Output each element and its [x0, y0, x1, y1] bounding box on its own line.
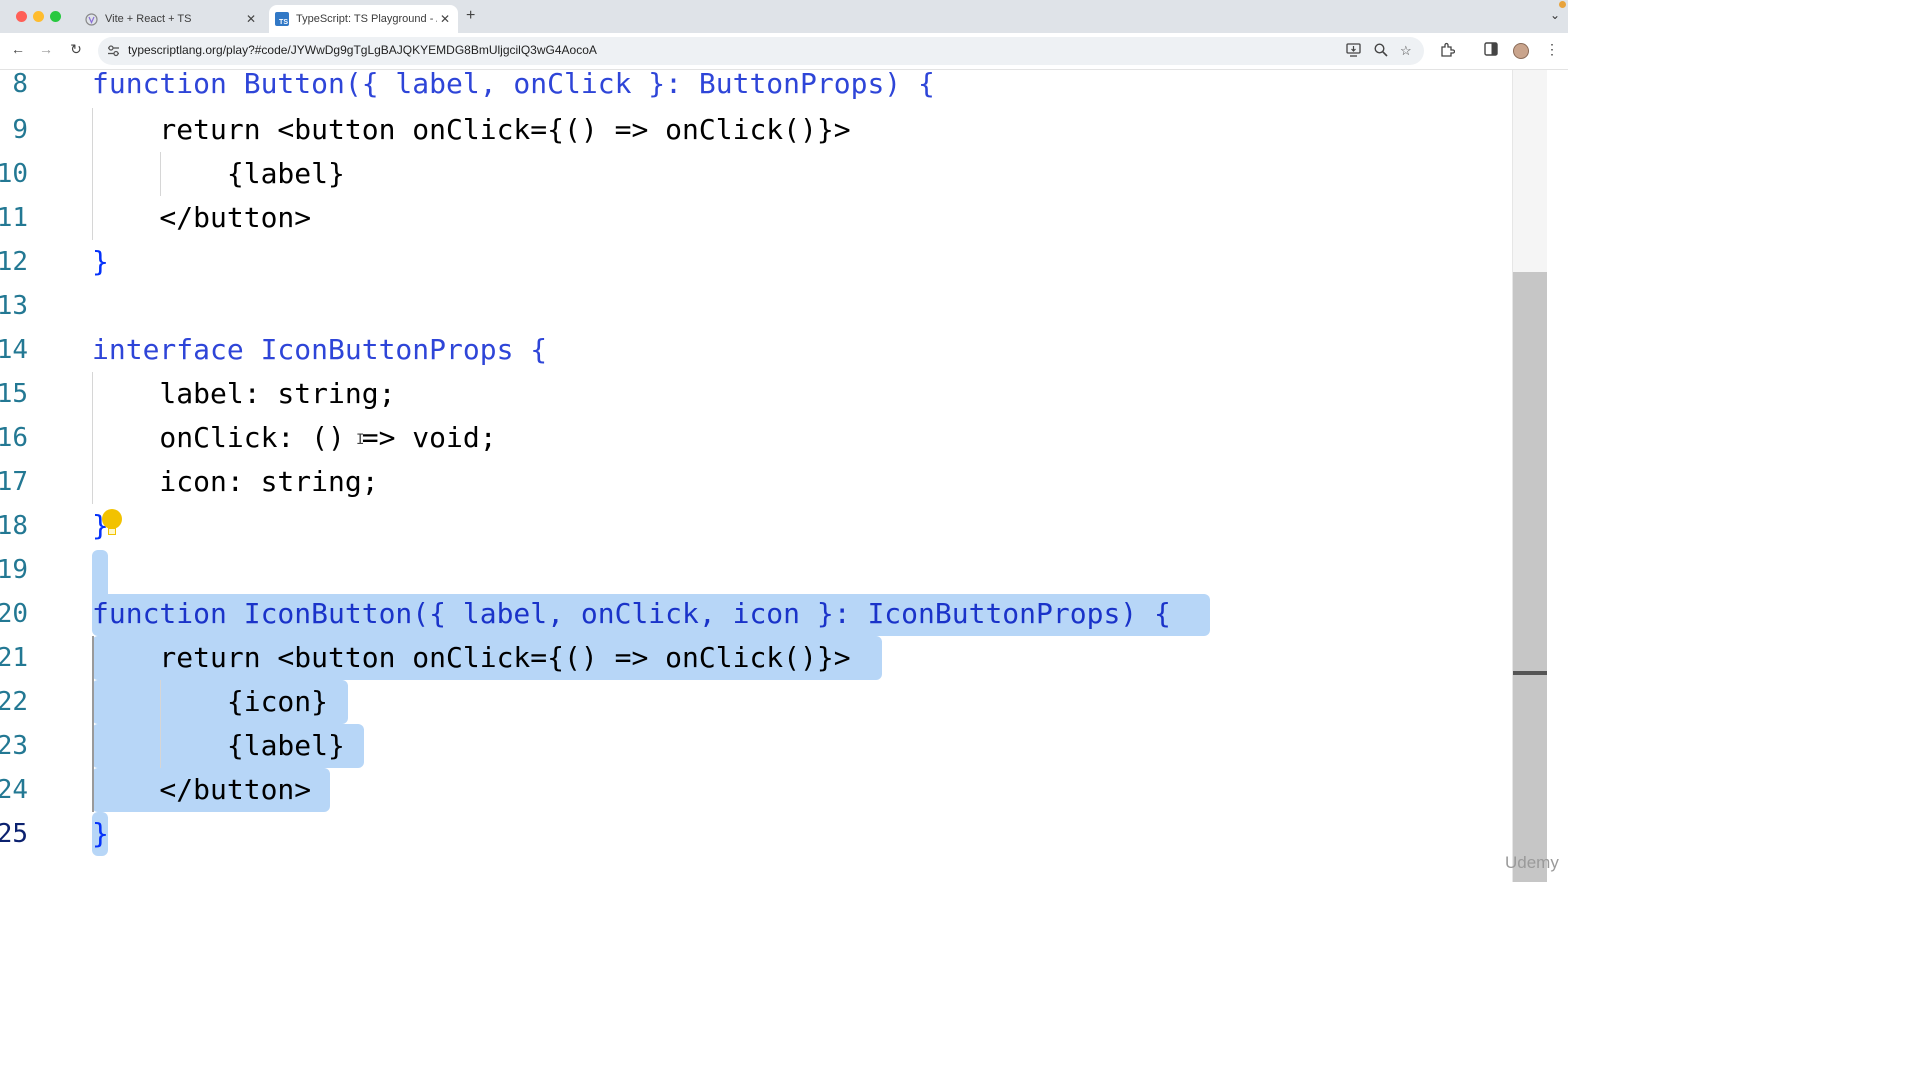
code-text: return <button onClick={() => onClick()}…	[92, 113, 851, 146]
line-number: 13	[0, 291, 28, 321]
new-tab-button[interactable]: +	[466, 7, 475, 25]
code-line: 22 {icon}	[0, 680, 1512, 724]
code-line: 21 return <button onClick={() => onClick…	[0, 636, 1512, 680]
close-window-button[interactable]	[16, 11, 27, 22]
code-line: 18 }	[0, 504, 1512, 548]
code-text: {label}	[92, 729, 345, 762]
code-line: 19	[0, 548, 1512, 592]
line-number: 17	[0, 467, 28, 497]
typescript-favicon-icon: TS	[275, 12, 289, 26]
line-number: 8	[12, 70, 28, 99]
editor-scrollbar[interactable]	[1512, 70, 1547, 882]
code-text: onClick: () => void;	[92, 421, 497, 454]
line-number: 16	[0, 423, 28, 453]
tab-strip: Vite + React + TS ✕ TS TypeScript: TS Pl…	[0, 0, 1568, 33]
scrollbar-thumb[interactable]	[1513, 272, 1547, 882]
site-info-icon[interactable]	[107, 44, 121, 58]
code-line: 13	[0, 284, 1512, 328]
code-line: 15 label: string;	[0, 372, 1512, 416]
line-number: 24	[0, 775, 28, 805]
zoom-icon[interactable]	[1374, 43, 1388, 60]
tab-vite[interactable]: Vite + React + TS ✕	[78, 5, 264, 33]
code-line: 25 }	[0, 812, 1512, 856]
code-text: label: string;	[92, 377, 396, 410]
line-number: 23	[0, 731, 28, 761]
tab-close-icon[interactable]: ✕	[437, 12, 453, 26]
code-line: 14 interface IconButtonProps {	[0, 328, 1512, 372]
tab-search-icon[interactable]: ⌄	[1550, 8, 1560, 22]
code-line: 17 icon: string;	[0, 460, 1512, 504]
line-number: 18	[0, 511, 28, 541]
code-text: </button>	[92, 773, 312, 806]
line-number: 25	[0, 819, 28, 849]
minimize-window-button[interactable]	[33, 11, 44, 22]
vite-favicon-icon	[84, 12, 98, 26]
code-line: 20 function IconButton({ label, onClick,…	[0, 592, 1512, 636]
reload-icon[interactable]: ↻	[66, 41, 86, 58]
code-text: return <button onClick={() => onClick()}…	[92, 641, 851, 674]
install-icon[interactable]	[1346, 43, 1361, 60]
code-line: 24 </button>	[0, 768, 1512, 812]
address-bar[interactable]: typescriptlang.org/play?#code/JYWwDg9gTg…	[98, 37, 1424, 65]
line-number: 21	[0, 643, 28, 673]
line-number: 15	[0, 379, 28, 409]
maximize-window-button[interactable]	[50, 11, 61, 22]
tab-title: TypeScript: TS Playground - /	[296, 13, 437, 25]
line-number: 11	[0, 203, 28, 233]
star-icon[interactable]: ☆	[1400, 43, 1412, 59]
code-text: icon: string;	[92, 465, 379, 498]
lightbulb-icon[interactable]	[100, 508, 124, 540]
line-number: 20	[0, 599, 28, 629]
code-text: }	[92, 245, 109, 278]
code-text: {icon}	[92, 685, 329, 718]
line-number: 12	[0, 247, 28, 277]
line-number: 9	[12, 115, 28, 145]
code-line: 12 }	[0, 240, 1512, 284]
url-text[interactable]: typescriptlang.org/play?#code/JYWwDg9gTg…	[128, 43, 597, 57]
notification-dot-icon	[1559, 1, 1566, 8]
tab-close-icon[interactable]: ✕	[243, 12, 259, 26]
line-number: 19	[0, 555, 28, 585]
code-text: function IconButton({ label, onClick, ic…	[92, 597, 1171, 630]
code-text: </button>	[92, 201, 312, 234]
tab-ts-playground[interactable]: TS TypeScript: TS Playground - / ✕	[269, 5, 458, 33]
code-line: 8 function Button({ label, onClick }: Bu…	[0, 70, 1512, 106]
code-text: function Button({ label, onClick }: Butt…	[92, 70, 935, 100]
code-line: 16 onClick: () => void;	[0, 416, 1512, 460]
extensions-icon[interactable]	[1440, 42, 1456, 60]
scrollbar-marker	[1513, 671, 1547, 675]
line-number: 22	[0, 687, 28, 717]
code-line: 9 return <button onClick={() => onClick(…	[0, 108, 1512, 152]
browser-toolbar: ← → ↻ typescriptlang.org/play?#code/JYWw…	[0, 33, 1568, 70]
back-arrow-icon[interactable]: ←	[8, 41, 28, 57]
code-text: {label}	[92, 157, 345, 190]
line-number: 14	[0, 335, 28, 365]
text-cursor-icon: I	[356, 432, 365, 448]
watermark: Udemy	[1505, 853, 1559, 872]
forward-arrow-icon[interactable]: →	[36, 41, 56, 57]
menu-icon[interactable]: ⋮	[1545, 41, 1559, 58]
code-editor[interactable]: 8 function Button({ label, onClick }: Bu…	[0, 70, 1512, 882]
side-panel-icon[interactable]	[1484, 42, 1498, 59]
code-text: interface IconButtonProps {	[92, 333, 548, 366]
code-line: 10 {label}	[0, 152, 1512, 196]
code-line: 11 </button>	[0, 196, 1512, 240]
code-text: }	[92, 817, 109, 850]
code-line: 23 {label}	[0, 724, 1512, 768]
tab-title: Vite + React + TS	[105, 13, 192, 25]
avatar[interactable]	[1513, 43, 1529, 59]
line-number: 10	[0, 159, 28, 189]
